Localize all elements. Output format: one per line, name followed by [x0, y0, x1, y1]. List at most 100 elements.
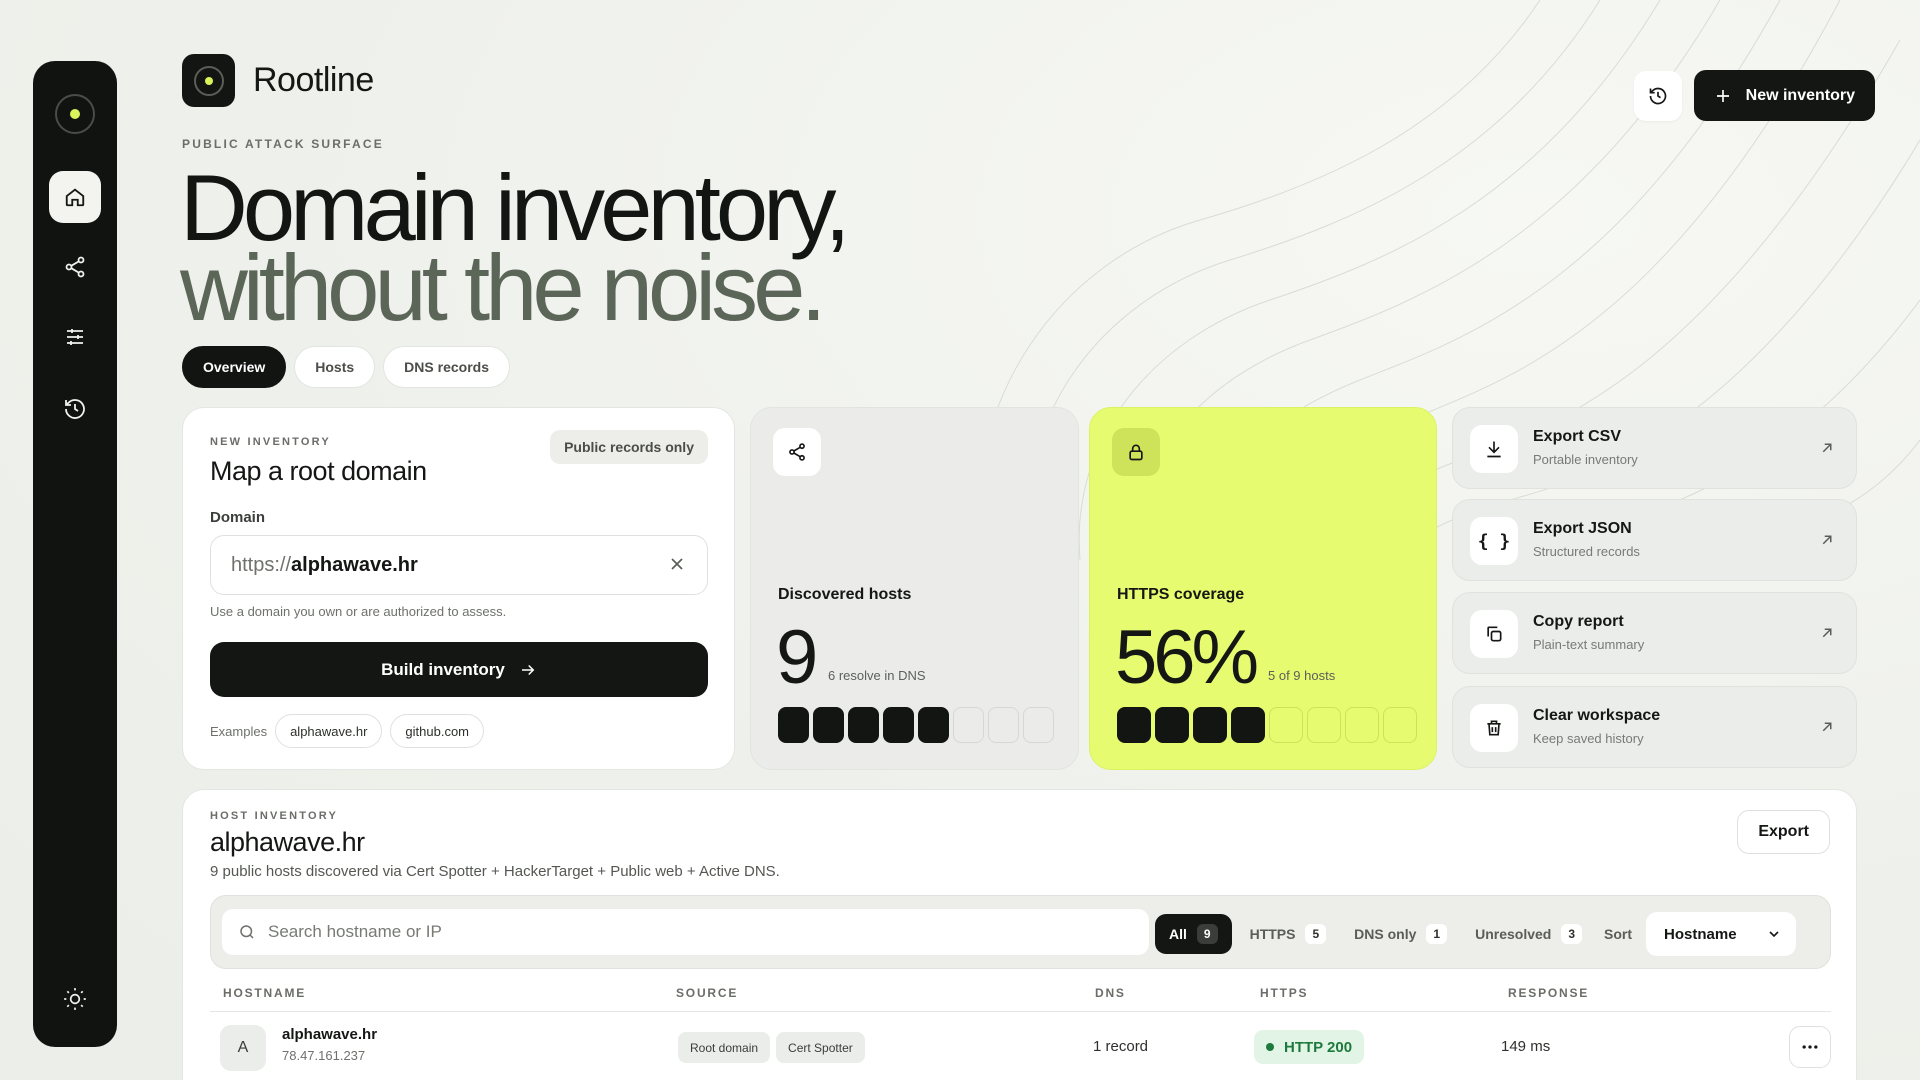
arrow-up-right-icon — [1822, 722, 1832, 732]
https-coverage-label: HTTPS coverage — [1117, 586, 1245, 603]
clear-workspace-action[interactable]: Clear workspace Keep saved history — [1452, 686, 1857, 768]
action-title: Copy report — [1533, 613, 1624, 630]
export-json-action[interactable]: { } Export JSON Structured records — [1452, 499, 1857, 581]
filter-label: HTTPS — [1249, 926, 1296, 942]
column-header-source: SOURCE — [676, 986, 739, 1000]
arrow-up-right-icon — [1822, 443, 1832, 453]
column-header-dns: DNS — [1095, 986, 1126, 1000]
filter-label: Unresolved — [1475, 926, 1552, 942]
meter-segment-empty — [988, 707, 1019, 743]
source-tag: Root domain — [678, 1032, 771, 1063]
filter-unresolved[interactable]: Unresolved 3 — [1465, 914, 1592, 954]
host-inventory-eyebrow: HOST INVENTORY — [210, 810, 338, 822]
new-inventory-card: NEW INVENTORY Public records only Map a … — [182, 407, 735, 770]
discovered-hosts-sub: 6 resolve in DNS — [828, 668, 926, 683]
filter-label: DNS only — [1354, 926, 1417, 942]
new-inventory-button[interactable]: New inventory — [1693, 70, 1875, 121]
source-tag: Cert Spotter — [776, 1032, 865, 1063]
header-actions: New inventory — [1633, 70, 1875, 121]
filter-count: 1 — [1426, 924, 1448, 944]
new-inventory-label: New inventory — [1745, 86, 1855, 104]
history-button[interactable] — [1633, 70, 1682, 121]
build-inventory-button[interactable]: Build inventory — [210, 642, 708, 697]
sort-select[interactable]: Hostname — [1646, 912, 1797, 956]
domain-value: alphawave.hr — [291, 553, 418, 576]
meter-segment-empty — [1269, 707, 1303, 743]
action-title: Export CSV — [1533, 428, 1622, 445]
https-status-badge: HTTP 200 — [1254, 1030, 1365, 1064]
sliders-icon — [67, 329, 83, 345]
source-tags: Root domain Cert Spotter — [678, 1032, 865, 1063]
discovered-hosts-label: Discovered hosts — [778, 586, 912, 603]
table-row[interactable]: A alphawave.hr 78.47.161.237 Root domain… — [210, 1011, 1831, 1080]
public-records-badge: Public records only — [550, 430, 708, 464]
history-icon — [1649, 87, 1666, 104]
filter-all[interactable]: All 9 — [1155, 914, 1232, 954]
domain-input[interactable]: https://alphawave.hr — [210, 535, 708, 595]
meter-segment-empty — [1383, 707, 1417, 743]
meter-segment-filled — [883, 707, 914, 743]
history-icon — [65, 399, 85, 419]
build-inventory-label: Build inventory — [381, 659, 505, 679]
host-inventory-card: HOST INVENTORY alphawave.hr 9 public hos… — [182, 789, 1857, 1080]
example-chip[interactable]: alphawave.hr — [275, 714, 383, 748]
sun-icon — [64, 988, 86, 1010]
meter-segment-filled — [848, 707, 879, 743]
meter-segment-empty — [1023, 707, 1054, 743]
inventory-subtitle: 9 public hosts discovered via Cert Spott… — [210, 863, 780, 880]
arrow-up-right-icon — [1822, 535, 1832, 545]
copy-report-action[interactable]: Copy report Plain-text summary — [1452, 592, 1857, 674]
share-nav-button[interactable] — [49, 241, 101, 293]
hero-eyebrow: PUBLIC ATTACK SURFACE — [182, 137, 384, 151]
brand-logo — [182, 54, 235, 107]
theme-toggle-button[interactable] — [49, 973, 101, 1025]
clear-icon[interactable] — [667, 554, 687, 574]
filter-dns-only[interactable]: DNS only 1 — [1344, 914, 1457, 954]
tab-hosts[interactable]: Hosts — [294, 346, 376, 388]
meter-segment-filled — [813, 707, 844, 743]
row-menu-button[interactable] — [1789, 1026, 1831, 1068]
hostname: alphawave.hr — [282, 1026, 378, 1043]
trash-icon-tile — [1470, 704, 1518, 752]
brand: Rootline — [182, 54, 374, 107]
share-icon — [65, 256, 85, 278]
chevron-down-icon — [1769, 931, 1779, 938]
download-icon-tile — [1470, 425, 1518, 473]
search-input[interactable]: Search hostname or IP — [222, 909, 1149, 955]
meter-segment-empty — [1307, 707, 1341, 743]
export-button[interactable]: Export — [1737, 810, 1830, 854]
tab-overview[interactable]: Overview — [182, 346, 287, 388]
braces-icon: { } — [1477, 530, 1511, 552]
column-header-https: HTTPS — [1260, 986, 1309, 1000]
meter-segment-filled — [1193, 707, 1227, 743]
home-icon — [65, 188, 85, 207]
arrow-right-icon — [521, 664, 535, 675]
new-inventory-title: Map a root domain — [210, 456, 427, 486]
domain-prefix: https:// — [231, 553, 292, 576]
host-ip: 78.47.161.237 — [282, 1048, 366, 1063]
history-nav-button[interactable] — [49, 383, 101, 435]
example-chip[interactable]: github.com — [390, 714, 484, 748]
discovered-hosts-card: Discovered hosts 9 6 resolve in DNS — [750, 407, 1079, 770]
tab-dns-records[interactable]: DNS records — [383, 346, 510, 388]
response-time: 149 ms — [1501, 1038, 1551, 1055]
brand-name: Rootline — [253, 61, 374, 99]
https-coverage-meter — [1117, 707, 1417, 743]
lock-icon-tile — [1112, 428, 1160, 476]
meter-segment-filled — [1117, 707, 1151, 743]
action-title: Clear workspace — [1533, 707, 1661, 724]
export-csv-action[interactable]: Export CSV Portable inventory — [1452, 407, 1857, 489]
home-nav-button[interactable] — [49, 171, 101, 223]
sidebar-logo[interactable] — [55, 94, 95, 134]
new-inventory-eyebrow: NEW INVENTORY — [210, 436, 331, 448]
column-header-hostname: HOSTNAME — [223, 986, 307, 1000]
https-coverage-value: 56% — [1115, 615, 1259, 700]
filters-nav-button[interactable] — [49, 311, 101, 363]
discovered-hosts-meter — [778, 707, 1054, 743]
filter-https[interactable]: HTTPS 5 — [1240, 914, 1337, 954]
action-subtitle: Portable inventory — [1533, 452, 1638, 467]
inventory-toolbar: Search hostname or IP All 9 HTTPS 5 DNS … — [210, 895, 1831, 969]
meter-segment-filled — [778, 707, 809, 743]
meter-segment-filled — [1231, 707, 1265, 743]
action-title: Export JSON — [1533, 520, 1632, 537]
